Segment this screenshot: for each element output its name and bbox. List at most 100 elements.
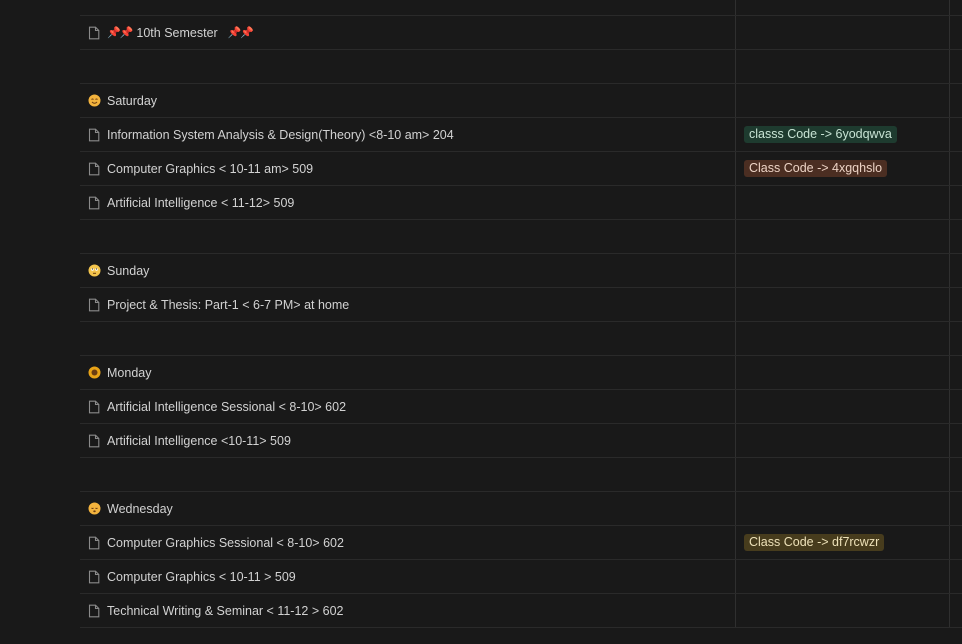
sunflower-icon [87, 366, 101, 380]
table-row[interactable]: Artificial Intelligence < 11-12> 509 [80, 186, 962, 220]
title-cell[interactable]: Computer Graphics < 10-11 > 509 [80, 560, 736, 593]
page-icon [87, 604, 101, 618]
title-cell[interactable] [80, 0, 736, 15]
extra-cell [950, 322, 962, 355]
table-row[interactable]: Saturday [80, 84, 962, 118]
title-cell[interactable]: 📌📌 10th Semester 📌📌 [80, 16, 736, 49]
title-cell[interactable]: Monday [80, 356, 736, 389]
code-cell[interactable] [736, 288, 950, 321]
code-cell[interactable] [736, 458, 950, 491]
class-title: Computer Graphics Sessional < 8-10> 602 [107, 535, 344, 550]
extra-cell [950, 152, 962, 185]
class-title: Information System Analysis & Design(The… [107, 127, 454, 142]
title-cell[interactable]: Artificial Intelligence < 11-12> 509 [80, 186, 736, 219]
title-cell[interactable]: Project & Thesis: Part-1 < 6-7 PM> at ho… [80, 288, 736, 321]
table-row[interactable]: Technical Writing & Seminar < 11-12 > 60… [80, 594, 962, 628]
code-cell[interactable] [736, 0, 950, 15]
pushpin-icon: 📌📌 [227, 27, 254, 39]
extra-cell [950, 458, 962, 491]
table-row[interactable]: Computer Graphics < 10-11 am> 509 Class C… [80, 152, 962, 186]
extra-cell [950, 526, 962, 559]
semester-title: 10th Semester [136, 25, 218, 40]
code-cell[interactable] [736, 16, 950, 49]
empty-row [80, 0, 962, 16]
title-cell[interactable]: Sunday [80, 254, 736, 287]
empty-row [80, 220, 962, 254]
code-cell[interactable]: Class Code -> 4xgqhslo [736, 152, 950, 185]
extra-cell [950, 186, 962, 219]
title-cell[interactable]: Information System Analysis & Design(The… [80, 118, 736, 151]
table-row[interactable]: Computer Graphics Sessional < 8-10> 602 C… [80, 526, 962, 560]
extra-cell [950, 50, 962, 83]
class-title: Computer Graphics < 10-11 am> 509 [107, 161, 314, 176]
empty-row [80, 50, 962, 84]
page-icon [87, 298, 101, 312]
title-cell[interactable]: Computer Graphics < 10-11 am> 509 [80, 152, 736, 185]
title-cell[interactable]: Computer Graphics Sessional < 8-10> 602 [80, 526, 736, 559]
table-row[interactable]: Monday [80, 356, 962, 390]
extra-cell [950, 560, 962, 593]
class-code-tag: Class Code -> df7rcwzr [744, 534, 885, 551]
extra-cell [950, 16, 962, 49]
code-cell[interactable] [736, 50, 950, 83]
table-row[interactable]: 📌📌 10th Semester 📌📌 [80, 16, 962, 50]
class-title: Artificial Intelligence Sessional < 8-10… [107, 399, 347, 414]
table-row[interactable]: Wednesday [80, 492, 962, 526]
title-cell[interactable] [80, 458, 736, 491]
day-heading: Wednesday [107, 501, 173, 516]
code-cell[interactable]: Class Code -> df7rcwzr [736, 526, 950, 559]
code-cell[interactable] [736, 424, 950, 457]
extra-cell [950, 84, 962, 117]
extra-cell [950, 288, 962, 321]
extra-cell [950, 220, 962, 253]
extra-cell [950, 594, 962, 627]
page-icon [87, 570, 101, 584]
title-cell[interactable]: Technical Writing & Seminar < 11-12 > 60… [80, 594, 736, 627]
code-cell[interactable] [736, 560, 950, 593]
code-cell[interactable] [736, 254, 950, 287]
code-cell[interactable] [736, 356, 950, 389]
title-cell[interactable] [80, 220, 736, 253]
class-code-tag: Class Code -> 4xgqhslo [744, 160, 888, 177]
table-row[interactable]: Project & Thesis: Part-1 < 6-7 PM> at ho… [80, 288, 962, 322]
code-cell[interactable] [736, 390, 950, 423]
class-title: Artificial Intelligence < 11-12> 509 [107, 195, 295, 210]
code-cell[interactable] [736, 594, 950, 627]
page-icon [87, 196, 101, 210]
title-cell[interactable]: Wednesday [80, 492, 736, 525]
extra-cell [950, 390, 962, 423]
code-cell[interactable] [736, 220, 950, 253]
page-icon [87, 162, 101, 176]
schedule-table: 📌📌 10th Semester 📌📌 Saturday Information Sys… [80, 0, 962, 628]
table-row[interactable]: Sunday [80, 254, 962, 288]
title-cell[interactable]: Artificial Intelligence <10-11> 509 [80, 424, 736, 457]
extra-cell [950, 356, 962, 389]
table-row[interactable]: Artificial Intelligence <10-11> 509 [80, 424, 962, 458]
code-cell[interactable] [736, 322, 950, 355]
class-title: Computer Graphics < 10-11 > 509 [107, 569, 296, 584]
code-cell[interactable] [736, 84, 950, 117]
table-row[interactable]: Artificial Intelligence Sessional < 8-10… [80, 390, 962, 424]
title-cell[interactable] [80, 322, 736, 355]
page-icon [87, 128, 101, 142]
table-row[interactable]: Information System Analysis & Design(The… [80, 118, 962, 152]
title-cell[interactable] [80, 50, 736, 83]
table-row[interactable]: Computer Graphics < 10-11 > 509 [80, 560, 962, 594]
sleepy-face-icon [87, 502, 101, 516]
class-title: Technical Writing & Seminar < 11-12 > 60… [107, 603, 344, 618]
code-cell[interactable] [736, 186, 950, 219]
title-cell[interactable]: Artificial Intelligence Sessional < 8-10… [80, 390, 736, 423]
extra-cell [950, 118, 962, 151]
code-cell[interactable]: classs Code -> 6yodqwva [736, 118, 950, 151]
pushpin-icon: 📌📌 [107, 27, 133, 39]
rolling-eyes-face-icon [87, 264, 101, 278]
extra-cell [950, 254, 962, 287]
page-icon [87, 434, 101, 448]
code-cell[interactable] [736, 492, 950, 525]
extra-cell [950, 0, 962, 15]
extra-cell [950, 424, 962, 457]
title-cell[interactable]: Saturday [80, 84, 736, 117]
empty-row [80, 322, 962, 356]
page-icon [87, 400, 101, 414]
page-icon [87, 26, 101, 40]
